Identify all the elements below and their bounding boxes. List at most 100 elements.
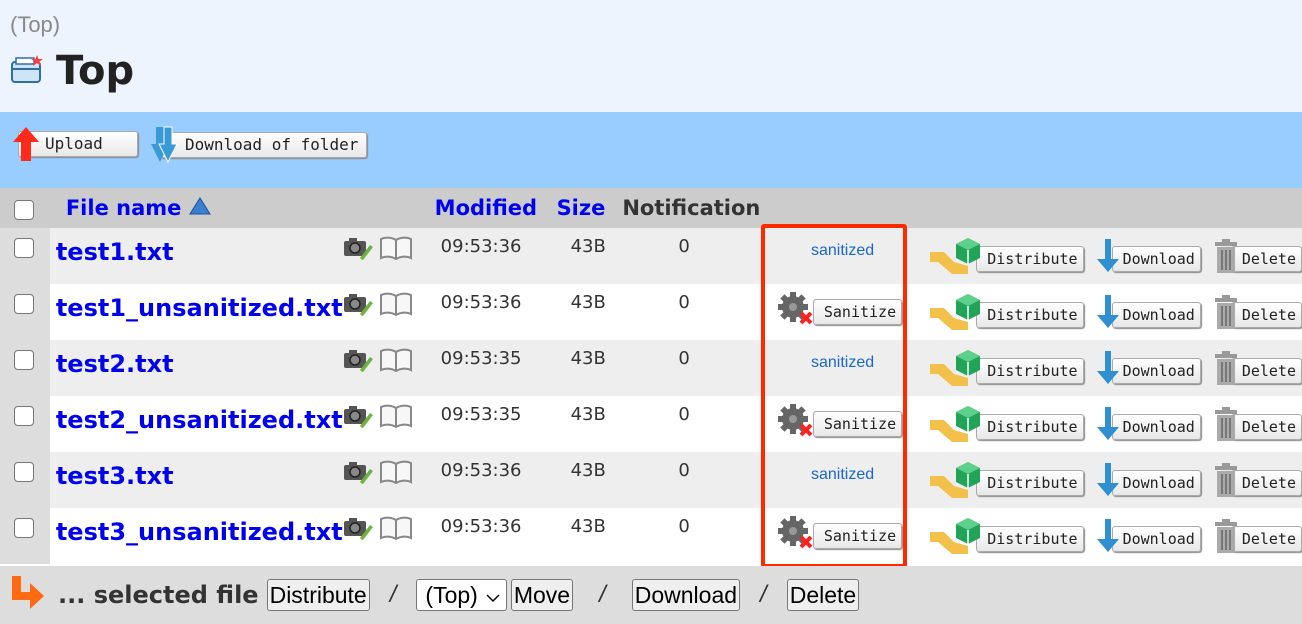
- selected-arrow-icon: [8, 574, 46, 617]
- file-name-link[interactable]: test1_unsanitized.txt: [56, 284, 343, 322]
- file-name-link[interactable]: test3_unsanitized.txt: [56, 508, 343, 546]
- modified-time: 09:53:36: [440, 516, 522, 537]
- separator: /: [760, 581, 767, 608]
- distribute-button[interactable]: Distribute: [928, 340, 1084, 393]
- book-preview-icon[interactable]: [379, 236, 413, 266]
- column-modified[interactable]: Modified: [435, 196, 537, 220]
- notification-count: 0: [678, 236, 690, 257]
- table-row: test2_unsanitized.txt 09:53:35 43B 0 Sanitiz…: [0, 396, 1302, 452]
- file-table: File name Modified Size Notification tes…: [0, 188, 1302, 564]
- book-preview-icon[interactable]: [379, 348, 413, 378]
- select-all-checkbox[interactable]: [14, 200, 34, 220]
- distribute-button[interactable]: Distribute: [928, 284, 1084, 337]
- separator: /: [389, 581, 397, 608]
- file-size: 43B: [570, 404, 606, 425]
- camera-edit-icon[interactable]: [343, 348, 373, 378]
- page-header: (Top) Top: [0, 0, 1302, 112]
- modified-time: 09:53:35: [440, 348, 522, 369]
- bulk-download-button[interactable]: Download: [631, 579, 741, 611]
- file-name-link[interactable]: test3.txt: [56, 452, 174, 490]
- file-name-link[interactable]: test2_unsanitized.txt: [56, 396, 343, 434]
- column-size[interactable]: Size: [557, 196, 606, 220]
- delete-button[interactable]: Delete: [1213, 396, 1302, 449]
- download-arrow-icon: [1096, 519, 1120, 558]
- upload-button[interactable]: Upload: [12, 126, 138, 162]
- download-button[interactable]: Download: [1096, 452, 1201, 505]
- notification-count: 0: [678, 292, 690, 313]
- distribute-button[interactable]: Distribute: [928, 508, 1084, 561]
- camera-edit-icon[interactable]: [343, 404, 373, 434]
- file-size: 43B: [570, 236, 606, 257]
- destination-folder-select[interactable]: (Top): [416, 579, 507, 611]
- file-size: 43B: [570, 292, 606, 313]
- modified-time: 09:53:35: [440, 404, 522, 425]
- trash-icon: [1213, 238, 1239, 279]
- camera-edit-icon[interactable]: [343, 236, 373, 266]
- row-checkbox[interactable]: [14, 462, 34, 482]
- trash-icon: [1213, 518, 1239, 559]
- sanitized-status: sanitized: [810, 354, 875, 371]
- row-checkbox[interactable]: [14, 350, 34, 370]
- file-name-link[interactable]: test2.txt: [56, 340, 174, 378]
- bulk-distribute-button[interactable]: Distribute: [266, 579, 370, 611]
- file-size: 43B: [570, 348, 606, 369]
- row-checkbox[interactable]: [14, 406, 34, 426]
- bulk-move-button[interactable]: Move: [510, 579, 574, 611]
- download-folder-icon: [151, 126, 178, 164]
- download-button[interactable]: Download: [1096, 508, 1201, 561]
- upload-arrow-icon: [13, 127, 39, 161]
- page-title: Top: [56, 48, 135, 94]
- bulk-delete-button[interactable]: Delete: [786, 579, 860, 611]
- camera-edit-icon[interactable]: [343, 292, 373, 322]
- download-button[interactable]: Download: [1096, 396, 1201, 449]
- row-checkbox[interactable]: [14, 518, 34, 538]
- download-folder-button[interactable]: Download of folder: [150, 126, 368, 164]
- trash-icon: [1213, 294, 1239, 335]
- sanitize-button[interactable]: Sanitize: [771, 284, 914, 331]
- book-preview-icon[interactable]: [379, 404, 413, 434]
- table-row: test3_unsanitized.txt 09:53:36 43B 0 Sanitiz…: [0, 508, 1302, 564]
- bulk-action-bar: ... selected file Distribute / (Top) Mov…: [0, 566, 1302, 624]
- distribute-button[interactable]: Distribute: [928, 396, 1084, 449]
- sanitize-button[interactable]: Sanitize: [771, 508, 914, 555]
- distribute-button[interactable]: Distribute: [928, 452, 1084, 505]
- camera-edit-icon[interactable]: [343, 460, 373, 490]
- sanitize-button[interactable]: Sanitize: [771, 396, 914, 443]
- sanitize-gear-icon: [777, 516, 821, 555]
- delete-button[interactable]: Delete: [1213, 340, 1302, 393]
- file-name-link[interactable]: test1.txt: [56, 228, 174, 266]
- sanitize-gear-icon: [777, 404, 821, 443]
- trash-icon: [1213, 350, 1239, 391]
- camera-edit-icon[interactable]: [343, 516, 373, 546]
- delete-button[interactable]: Delete: [1213, 228, 1302, 281]
- table-header: File name Modified Size Notification: [0, 188, 1302, 228]
- sanitized-status: sanitized: [810, 242, 875, 259]
- download-arrow-icon: [1096, 295, 1120, 334]
- table-row: test1_unsanitized.txt 09:53:36 43B 0 Sanitiz…: [0, 284, 1302, 340]
- delete-button[interactable]: Delete: [1213, 284, 1302, 337]
- delete-button[interactable]: Delete: [1213, 452, 1302, 505]
- distribute-button[interactable]: Distribute: [928, 228, 1084, 281]
- sort-ascending-icon[interactable]: [188, 196, 211, 220]
- file-size: 43B: [570, 516, 606, 537]
- sanitize-gear-icon: [777, 292, 821, 331]
- notification-count: 0: [678, 516, 690, 537]
- column-file-name[interactable]: File name: [66, 196, 182, 220]
- modified-time: 09:53:36: [440, 292, 522, 313]
- row-checkbox[interactable]: [14, 238, 34, 258]
- download-arrow-icon: [1096, 407, 1120, 446]
- book-preview-icon[interactable]: [379, 292, 413, 322]
- distribute-hand-icon: [928, 516, 984, 561]
- download-button[interactable]: Download: [1096, 284, 1201, 337]
- distribute-hand-icon: [928, 236, 984, 281]
- book-preview-icon[interactable]: [379, 460, 413, 490]
- trash-icon: [1213, 406, 1239, 447]
- book-preview-icon[interactable]: [379, 516, 413, 546]
- row-checkbox[interactable]: [14, 294, 34, 314]
- download-button[interactable]: Download: [1096, 228, 1201, 281]
- notification-count: 0: [678, 348, 690, 369]
- distribute-hand-icon: [928, 292, 984, 337]
- download-button[interactable]: Download: [1096, 340, 1201, 393]
- delete-button[interactable]: Delete: [1213, 508, 1302, 561]
- breadcrumb[interactable]: (Top): [10, 12, 60, 38]
